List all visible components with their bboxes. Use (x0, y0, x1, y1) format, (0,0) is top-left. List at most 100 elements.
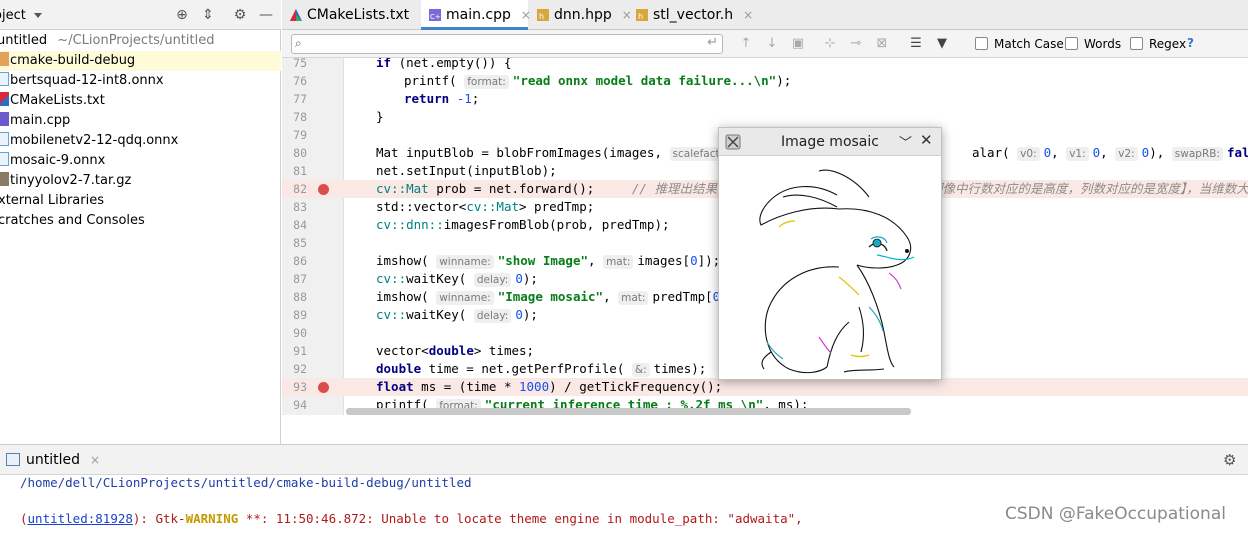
help-icon[interactable]: ? (1187, 36, 1194, 50)
console-output-warning: (untitled:81928): Gtk-WARNING **: 11:50:… (20, 511, 803, 526)
line-number: 84 (293, 218, 307, 232)
mosaic-image (719, 157, 941, 379)
line-number: 94 (293, 398, 307, 412)
add-occurrence-icon[interactable]: ⊹ (822, 36, 838, 52)
horizontal-scrollbar[interactable] (346, 408, 911, 415)
filter-lines-icon[interactable]: ☰ (908, 36, 924, 52)
tree-item-file[interactable]: main.cpp (0, 111, 281, 131)
match-case-checkbox[interactable]: Match Case (975, 36, 1064, 52)
line-number: 80 (293, 146, 307, 160)
code-text: imshow( winname: "Image mosaic", mat: pred… (376, 289, 735, 305)
tab-label: main.cpp (446, 7, 511, 23)
hide-panel-icon[interactable]: — (257, 6, 275, 24)
tree-item-external-libraries[interactable]: xternal Libraries (0, 191, 279, 211)
tree-item-label: untitled (0, 33, 48, 48)
tab-label: dnn.hpp (554, 7, 612, 23)
tree-item-file[interactable]: CMakeLists.txt (0, 91, 281, 111)
code-line: 76 printf( format: "read onnx model data f… (282, 72, 1248, 90)
run-tab-label: untitled (26, 452, 81, 468)
remove-occurrence-icon[interactable]: ⊸ (848, 36, 864, 52)
tree-item-path: ~/CLionProjects/untitled (57, 33, 215, 48)
breakpoint-icon[interactable] (318, 184, 329, 195)
svg-text:h: h (638, 12, 643, 21)
code-text: net.setInput(inputBlob); (376, 163, 557, 178)
code-text: float ms = (time * 1000) / getTickFreque… (376, 379, 723, 394)
cmake-file-icon (290, 9, 302, 21)
search-input[interactable]: ⌕ ↵ (291, 34, 723, 54)
tree-item-file[interactable]: tinyyolov2-7.tar.gz (0, 171, 281, 191)
minimize-icon[interactable]: ﹀ (899, 132, 912, 151)
tree-item-label: main.cpp (10, 113, 71, 128)
close-icon[interactable]: × (90, 453, 100, 467)
cmake-file-icon (0, 92, 9, 106)
code-text: std::vector<cv::Mat> predTmp; (376, 199, 595, 214)
code-text: Mat inputBlob = blobFromImages(images, s… (376, 144, 741, 162)
line-number: 89 (293, 308, 307, 322)
tab-stl-vector[interactable]: h stl_vector.h × (628, 0, 753, 30)
words-checkbox[interactable]: Words (1065, 36, 1121, 52)
regex-checkbox[interactable]: Regex (1130, 36, 1186, 52)
line-number: 79 (293, 128, 307, 142)
find-in-window-icon[interactable]: ▣ (790, 36, 806, 52)
checkbox-box (975, 37, 988, 50)
code-line: 78} (282, 108, 1248, 126)
parameter-hint: format: (464, 75, 509, 89)
breakpoint-icon[interactable] (318, 382, 329, 393)
code-text: alar( v0:0, v1:0, v2:0), swapRB:false, (972, 145, 1248, 161)
close-icon[interactable]: × (743, 8, 753, 22)
line-number: 78 (293, 110, 307, 124)
tab-cmakelists[interactable]: CMakeLists.txt× (282, 0, 429, 30)
tree-item-label: cmake-build-debug (10, 53, 136, 68)
search-icon[interactable]: ⌕ (295, 36, 302, 51)
tree-item-file[interactable]: mobilenetv2-12-qdq.onnx (0, 131, 281, 151)
code-text: } (376, 109, 384, 124)
line-number: 86 (293, 254, 307, 268)
code-comment: 图像中行数对应的是高度，列数对应的是宽度】，当维数大 (930, 181, 1248, 196)
line-number: 82 (293, 182, 307, 196)
tab-run-untitled[interactable]: untitled × (0, 445, 100, 475)
tree-item-cmake-build-debug[interactable]: cmake-build-debug (0, 51, 281, 71)
code-line: 75 if (net.empty()) { (282, 58, 1248, 72)
header-file-icon: h (537, 9, 549, 21)
select-all-occurrences-icon[interactable]: ⊠ (874, 36, 890, 52)
gear-icon[interactable]: ⚙ (1223, 451, 1236, 469)
cpp-file-icon: C++ (429, 9, 442, 21)
code-text: double time = net.getPerfProfile( &: time… (376, 361, 707, 377)
tree-item-label: mobilenetv2-12-qdq.onnx (10, 133, 179, 148)
tree-item-label: bertsquad-12-int8.onnx (10, 73, 164, 88)
line-number: 91 (293, 344, 307, 358)
collapse-all-icon[interactable]: ⇕ (199, 6, 217, 24)
locate-icon[interactable]: ⊕ (173, 6, 191, 24)
tab-dnn-hpp[interactable]: h dnn.hpp × (529, 0, 632, 30)
run-panel-header: untitled × ⚙ (0, 445, 1248, 475)
folder-icon (0, 52, 9, 66)
archive-file-icon (0, 172, 9, 186)
project-title-label: oject (0, 8, 26, 23)
project-view-selector[interactable]: oject (0, 8, 42, 23)
filter-icon[interactable]: ▼ (934, 36, 950, 52)
window-titlebar[interactable]: Image mosaic ﹀ ✕ (719, 128, 941, 156)
line-number: 75 (293, 58, 307, 70)
image-mosaic-window[interactable]: Image mosaic ﹀ ✕ (718, 127, 942, 380)
arrow-up-icon[interactable]: ↑ (738, 36, 754, 52)
tree-item-file[interactable]: mosaic-9.onnx (0, 151, 281, 171)
arrow-down-icon[interactable]: ↓ (764, 36, 780, 52)
header-file-icon: h (636, 9, 648, 21)
file-icon (0, 152, 9, 166)
line-number: 93 (293, 380, 307, 394)
process-link[interactable]: untitled:81928 (28, 511, 133, 526)
tab-main-cpp[interactable]: C++ main.cpp× (421, 0, 531, 30)
tree-item-label: CMakeLists.txt (10, 93, 105, 108)
tree-item-root[interactable]: untitled ~/CLionProjects/untitled (0, 31, 278, 51)
tree-item-scratches[interactable]: cratches and Consoles (0, 211, 279, 231)
line-number: 81 (293, 164, 307, 178)
code-text: cv::Mat prob = net.forward(); // 推理出结果 c (376, 181, 740, 196)
gear-icon[interactable]: ⚙ (231, 6, 249, 24)
editor-tab-bar: CMakeLists.txt× C++ main.cpp× h dnn.hpp×… (282, 0, 1248, 30)
close-icon[interactable]: ✕ (920, 131, 933, 149)
line-number: 77 (293, 92, 307, 106)
tree-item-file[interactable]: bertsquad-12-int8.onnx (0, 71, 281, 91)
console-icon (6, 453, 20, 466)
chevron-down-icon (33, 13, 42, 18)
new-line-icon[interactable]: ↵ (707, 35, 718, 50)
